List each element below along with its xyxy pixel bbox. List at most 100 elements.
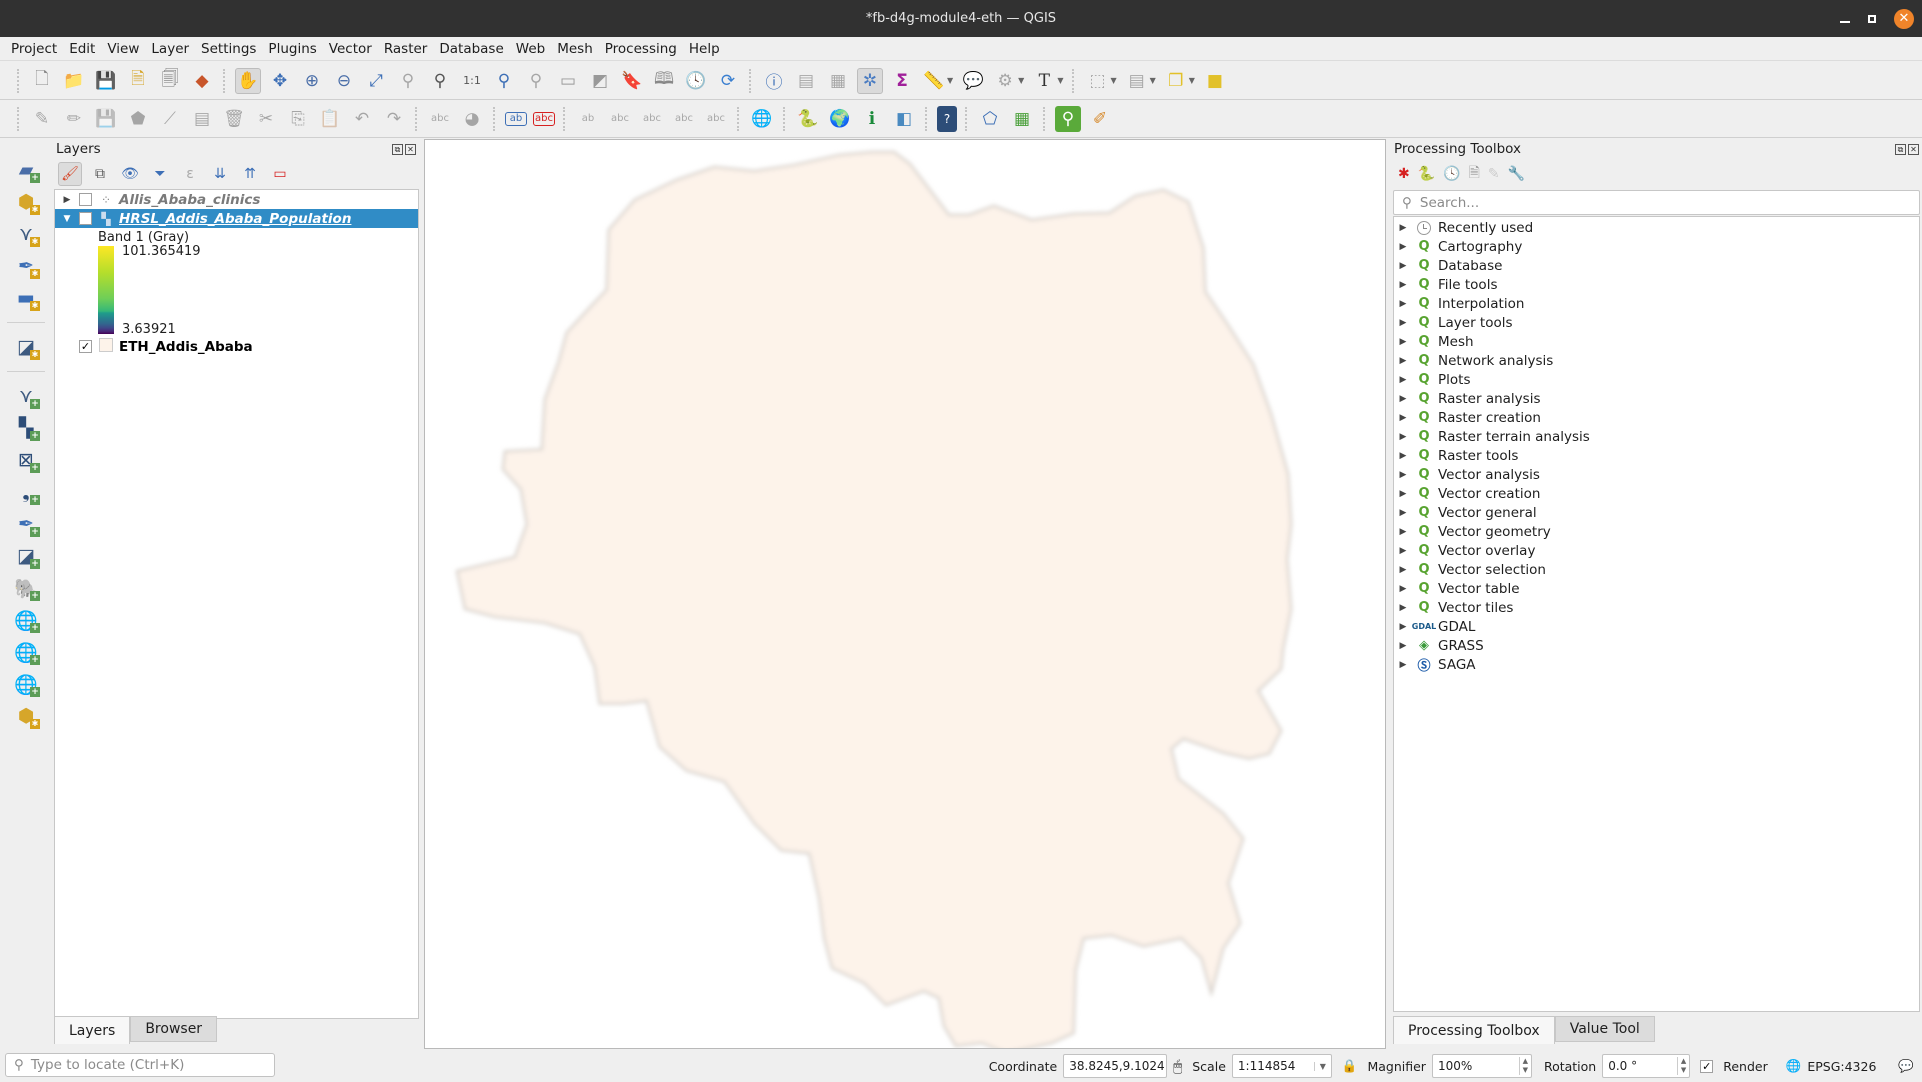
feature-action-icon[interactable]: ⚙ xyxy=(992,68,1018,94)
algorithm-group[interactable]: ▶ Q Vector creation xyxy=(1394,484,1919,503)
expand-arrow-icon[interactable]: ▶ xyxy=(1396,356,1410,366)
temporal-controller-icon[interactable]: 🕓 xyxy=(683,68,709,94)
layer-row-boundary[interactable]: ✓ ETH_Addis_Ababa xyxy=(55,337,418,356)
close-panel-icon[interactable]: ✕ xyxy=(1908,143,1919,155)
algorithm-group[interactable]: ▶ Q Cartography xyxy=(1394,237,1919,256)
tab-processing-toolbox[interactable]: Processing Toolbox xyxy=(1393,1016,1555,1044)
layout-manager-icon[interactable]: 🗐 xyxy=(157,68,183,94)
toolbar-handle[interactable] xyxy=(17,68,21,93)
map-tips-icon[interactable]: 💬 xyxy=(960,68,986,94)
coordinate-field[interactable]: 38.8245,9.1024 xyxy=(1063,1054,1168,1078)
processing-toolbox-icon[interactable]: ✲ xyxy=(857,67,883,94)
copy-features-icon[interactable]: ⎘ xyxy=(285,106,311,132)
expand-arrow-icon[interactable]: ▶ xyxy=(1396,280,1410,290)
open-layer-styling-icon[interactable]: 🖌 xyxy=(58,162,82,186)
new-shapefile-layer-icon[interactable]: ⋎ ✱ xyxy=(10,220,42,248)
pan-to-selection-icon[interactable]: ✥ xyxy=(267,68,293,94)
new-geopackage-layer-icon[interactable]: ⬢ ✱ xyxy=(10,188,42,216)
measure-icon[interactable]: 📏 xyxy=(921,68,947,94)
layer-row-population[interactable]: ▼ ▚ HRSL_Addis_Ababa_Population xyxy=(55,209,418,228)
show-bookmarks-icon[interactable]: 🕮 xyxy=(651,68,677,94)
expand-arrow-icon[interactable]: ▶ xyxy=(1396,432,1410,442)
show-hide-labels-icon[interactable]: abc xyxy=(607,106,633,132)
algorithm-group[interactable]: ▶ Q File tools xyxy=(1394,275,1919,294)
algorithm-group[interactable]: ▶ Q Layer tools xyxy=(1394,313,1919,332)
float-panel-icon[interactable]: ⧉ xyxy=(392,143,403,155)
minimize-icon[interactable] xyxy=(1840,20,1850,23)
filter-expression-icon[interactable]: ε xyxy=(178,162,202,186)
algorithm-group[interactable]: ▶ Q Vector geometry xyxy=(1394,522,1919,541)
close-panel-icon[interactable]: ✕ xyxy=(405,143,416,155)
edit-features-in-place-icon[interactable]: ✎ xyxy=(1488,166,1500,182)
expand-arrow-icon[interactable]: ▶ xyxy=(1396,451,1410,461)
render-checkbox[interactable]: ✓ xyxy=(1700,1059,1714,1073)
menu-settings[interactable]: Settings xyxy=(195,41,262,57)
algorithm-group[interactable]: ▶ Q Plots xyxy=(1394,370,1919,389)
toggle-editing-icon[interactable]: ✏ xyxy=(61,106,87,132)
expand-arrow-icon[interactable]: ▶ xyxy=(1396,546,1410,556)
expand-arrow-icon[interactable]: ▶ xyxy=(1396,470,1410,480)
magnifier-spinbox[interactable]: 100% ▲ ▼ xyxy=(1431,1054,1532,1078)
algorithm-group[interactable]: ▶ Q Raster terrain analysis xyxy=(1394,427,1919,446)
chevron-down-icon[interactable]: ▼ xyxy=(1110,76,1116,85)
paste-features-icon[interactable]: 📋 xyxy=(317,106,343,132)
new-virtual-layer-icon[interactable]: ▬ ✱ xyxy=(10,284,42,312)
menu-web[interactable]: Web xyxy=(510,41,551,57)
modify-attributes-icon[interactable]: ▤ xyxy=(189,106,215,132)
new-3d-map-view-icon[interactable]: ◩ xyxy=(587,68,613,94)
float-panel-icon[interactable]: ⧉ xyxy=(1895,143,1906,155)
expand-arrow-icon[interactable]: ▶ xyxy=(1396,318,1410,328)
collapse-arrow-icon[interactable]: ▼ xyxy=(59,214,75,224)
map-canvas[interactable] xyxy=(424,139,1386,1055)
split-view-icon[interactable]: ◧ xyxy=(891,106,917,132)
new-mesh-layer-icon[interactable]: ◪ ✱ xyxy=(10,333,42,361)
results-viewer-icon[interactable]: 🗎 xyxy=(1469,162,1480,186)
remove-layer-icon[interactable]: ▭ xyxy=(268,162,292,186)
algorithm-group[interactable]: ▶ Q Raster tools xyxy=(1394,446,1919,465)
field-calculator-icon[interactable]: ▦ xyxy=(825,68,851,94)
expand-arrow-icon[interactable]: ▶ xyxy=(1396,660,1410,670)
algorithm-group[interactable]: ▶ GDAL GDAL xyxy=(1394,617,1919,636)
osm-search-icon[interactable]: 🌐 xyxy=(749,106,775,132)
expand-arrow-icon[interactable]: ▶ xyxy=(1396,508,1410,518)
add-wms-icon[interactable]: 🌐 + xyxy=(10,606,42,634)
menu-project[interactable]: Project xyxy=(5,41,63,57)
menu-vector[interactable]: Vector xyxy=(323,41,378,57)
attribute-table-icon[interactable]: ▤ xyxy=(793,68,819,94)
messages-icon[interactable]: 💬 xyxy=(1898,1058,1914,1074)
rotate-label-icon[interactable]: abc xyxy=(671,106,697,132)
expand-arrow-icon[interactable]: ▶ xyxy=(1396,375,1410,385)
toolbar-handle[interactable] xyxy=(17,106,21,131)
expand-arrow-icon[interactable]: ▶ xyxy=(1396,337,1410,347)
cut-features-icon[interactable]: ✂ xyxy=(253,106,279,132)
menu-plugins[interactable]: Plugins xyxy=(262,41,322,57)
algorithm-group[interactable]: ▶ Q Network analysis xyxy=(1394,351,1919,370)
crs-button[interactable]: EPSG:4326 xyxy=(1807,1059,1876,1074)
expand-arrow-icon[interactable]: ▶ xyxy=(1396,223,1410,233)
algorithm-group[interactable]: ▶ Q Vector tiles xyxy=(1394,598,1919,617)
expand-arrow-icon[interactable]: ▶ xyxy=(1396,261,1410,271)
maximize-icon[interactable] xyxy=(1868,14,1876,23)
redo-icon[interactable]: ↷ xyxy=(381,106,407,132)
expand-arrow-icon[interactable]: ▶ xyxy=(1396,413,1410,423)
search-plugin-icon[interactable]: ⚲ xyxy=(1055,105,1081,132)
expand-arrow-icon[interactable]: ▶ xyxy=(1396,489,1410,499)
chevron-down-icon[interactable]: ▼ xyxy=(1313,1061,1331,1071)
algorithm-group[interactable]: ▶ Q Vector overlay xyxy=(1394,541,1919,560)
algorithm-group[interactable]: ▶ Q Vector general xyxy=(1394,503,1919,522)
menu-processing[interactable]: Processing xyxy=(599,41,683,57)
menu-mesh[interactable]: Mesh xyxy=(551,41,599,57)
deselect-all-icon[interactable]: ❐ xyxy=(1163,68,1189,94)
locator-search-input[interactable]: ⚲ Type to locate (Ctrl+K) xyxy=(5,1053,275,1077)
tab-layers[interactable]: Layers xyxy=(54,1016,131,1044)
globe-icon[interactable]: 🌍 xyxy=(827,106,853,132)
addis-ababa-boundary-polygon[interactable] xyxy=(455,150,1293,1055)
history-icon[interactable]: 🕓 xyxy=(1443,166,1460,182)
expand-arrow-icon[interactable]: ▶ xyxy=(1396,242,1410,252)
undo-icon[interactable]: ↶ xyxy=(349,106,375,132)
add-mesh-layer-icon[interactable]: ⊠ + xyxy=(10,446,42,474)
close-icon[interactable]: ✕ xyxy=(1894,8,1914,29)
algorithm-group[interactable]: ▶ Q Database xyxy=(1394,256,1919,275)
layer-labeling-red-icon[interactable]: abc xyxy=(533,111,555,126)
crs-globe-icon[interactable]: 🌐 xyxy=(1786,1058,1802,1074)
